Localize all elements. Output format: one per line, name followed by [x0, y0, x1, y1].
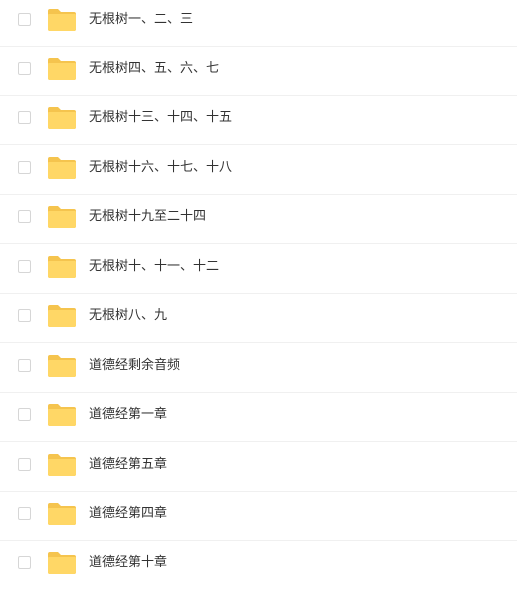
- list-item[interactable]: 道德经剩余音频: [0, 344, 517, 393]
- list-item[interactable]: 道德经第四章: [0, 492, 517, 541]
- file-name[interactable]: 道德经第五章: [89, 455, 167, 475]
- file-name[interactable]: 道德经第十章: [89, 553, 167, 573]
- row-checkbox[interactable]: [18, 309, 31, 322]
- folder-icon: [48, 404, 76, 426]
- file-name[interactable]: 无根树一、二、三: [89, 10, 193, 30]
- list-item[interactable]: 无根树一、二、三: [0, 0, 517, 47]
- row-checkbox[interactable]: [18, 111, 31, 124]
- list-item[interactable]: 道德经第五章: [0, 443, 517, 492]
- row-checkbox[interactable]: [18, 408, 31, 421]
- folder-icon: [48, 305, 76, 327]
- folder-icon: [48, 206, 76, 228]
- file-name[interactable]: 无根树十九至二十四: [89, 207, 206, 227]
- file-name[interactable]: 无根树四、五、六、七: [89, 59, 219, 79]
- folder-icon: [48, 256, 76, 278]
- folder-icon: [48, 58, 76, 80]
- row-checkbox[interactable]: [18, 13, 31, 26]
- list-item[interactable]: 无根树四、五、六、七: [0, 47, 517, 96]
- file-name[interactable]: 无根树十、十一、十二: [89, 257, 219, 277]
- folder-icon: [48, 9, 76, 31]
- row-checkbox[interactable]: [18, 62, 31, 75]
- folder-icon: [48, 454, 76, 476]
- row-checkbox[interactable]: [18, 556, 31, 569]
- folder-icon: [48, 503, 76, 525]
- row-checkbox[interactable]: [18, 161, 31, 174]
- row-checkbox[interactable]: [18, 210, 31, 223]
- folder-icon: [48, 157, 76, 179]
- folder-icon: [48, 355, 76, 377]
- file-name[interactable]: 道德经第一章: [89, 405, 167, 425]
- folder-icon: [48, 552, 76, 574]
- file-name[interactable]: 道德经第四章: [89, 504, 167, 524]
- file-name[interactable]: 无根树八、九: [89, 306, 167, 326]
- row-checkbox[interactable]: [18, 359, 31, 372]
- file-name[interactable]: 道德经剩余音频: [89, 356, 180, 376]
- row-checkbox[interactable]: [18, 260, 31, 273]
- list-item[interactable]: 道德经第十章: [0, 541, 517, 590]
- row-checkbox[interactable]: [18, 458, 31, 471]
- list-item[interactable]: 无根树十六、十七、十八: [0, 146, 517, 195]
- file-list: 无根树一、二、三 无根树四、五、六、七 无根树十三、十四、十五 无根树十六、十七…: [0, 0, 517, 592]
- row-checkbox[interactable]: [18, 507, 31, 520]
- list-item[interactable]: 无根树八、九: [0, 294, 517, 343]
- file-name[interactable]: 无根树十六、十七、十八: [89, 158, 232, 178]
- folder-icon: [48, 107, 76, 129]
- list-item[interactable]: 道德经第一章: [0, 393, 517, 442]
- list-item[interactable]: 无根树十三、十四、十五: [0, 96, 517, 145]
- file-name[interactable]: 无根树十三、十四、十五: [89, 108, 232, 128]
- list-item[interactable]: 无根树十、十一、十二: [0, 245, 517, 294]
- list-item[interactable]: 无根树十九至二十四: [0, 195, 517, 244]
